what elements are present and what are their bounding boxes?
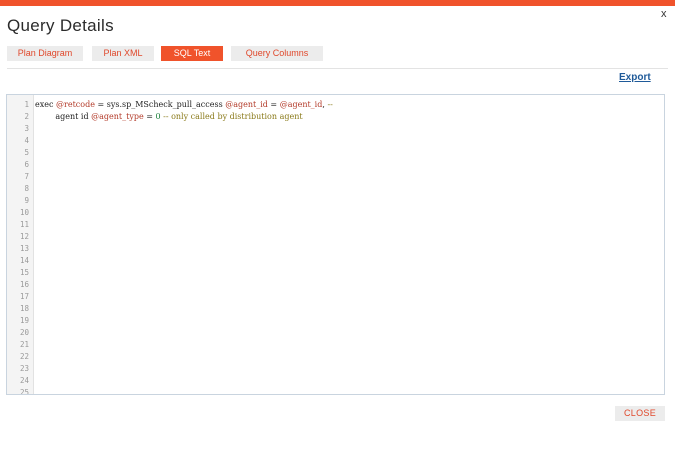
line-number: 2	[24, 112, 29, 121]
line-number: 5	[24, 148, 29, 157]
close-icon[interactable]: x	[661, 8, 667, 20]
export-link[interactable]: Export	[619, 72, 651, 83]
line-number: 23	[19, 364, 29, 373]
keyword-exec: exec	[35, 100, 57, 109]
code-line-1: exec @retcode = sys.sp_MScheck_pull_acce…	[35, 99, 333, 111]
variable-agent-id: @agent_id	[225, 100, 268, 109]
line-number-gutter: 1 2 3 4 5 6 7 8 9 10 11 12 13 14 15 16 17 18 19 20 21 22 23 24 2…	[7, 95, 34, 394]
line-number: 12	[19, 232, 29, 241]
line-number: 9	[24, 196, 29, 205]
line-number: 18	[19, 304, 29, 313]
variable-agent-id: @agent_id	[279, 100, 323, 109]
tab-plan-xml[interactable]: Plan XML	[92, 46, 154, 61]
code-text: agent id	[35, 112, 92, 121]
line-number: 20	[19, 328, 29, 337]
line-number: 10	[19, 208, 29, 217]
code-text: =	[267, 100, 280, 109]
line-number: 1	[24, 100, 29, 109]
dialog-top-accent-bar	[0, 0, 675, 6]
code-text: = sys.sp_MScheck_pull_access	[94, 100, 226, 109]
line-number: 22	[19, 352, 29, 361]
line-number: 25	[19, 388, 29, 395]
line-number: 13	[19, 244, 29, 253]
line-number: 19	[19, 316, 29, 325]
line-number: 15	[19, 268, 29, 277]
variable-agent-type: @agent_type	[91, 112, 144, 121]
line-number: 17	[19, 292, 29, 301]
tabs-divider	[7, 68, 668, 69]
close-button[interactable]: CLOSE	[615, 406, 665, 421]
line-number: 6	[24, 160, 29, 169]
line-number: 21	[19, 340, 29, 349]
sql-text-editor[interactable]: 1 2 3 4 5 6 7 8 9 10 11 12 13 14 15 16 17 18 19 20 21 22 23 24 2…	[6, 94, 665, 395]
line-number: 16	[19, 280, 29, 289]
line-number: 8	[24, 184, 29, 193]
dialog-title: Query Details	[7, 16, 114, 35]
tab-query-columns[interactable]: Query Columns	[231, 46, 323, 61]
code-line-2: agent id @agent_type = 0 -- only called …	[35, 111, 303, 123]
variable-retcode: @retcode	[56, 100, 95, 109]
code-comment: -- only called by distribution agent	[163, 112, 303, 121]
line-number: 24	[19, 376, 29, 385]
tab-sql-text[interactable]: SQL Text	[161, 46, 223, 61]
line-number: 14	[19, 256, 29, 265]
line-number: 4	[24, 136, 29, 145]
code-text: =	[143, 112, 156, 121]
line-number: 7	[24, 172, 29, 181]
line-number: 3	[24, 124, 29, 133]
tab-plan-diagram[interactable]: Plan Diagram	[7, 46, 83, 61]
line-number: 11	[19, 220, 29, 229]
code-comment: --	[327, 100, 333, 109]
